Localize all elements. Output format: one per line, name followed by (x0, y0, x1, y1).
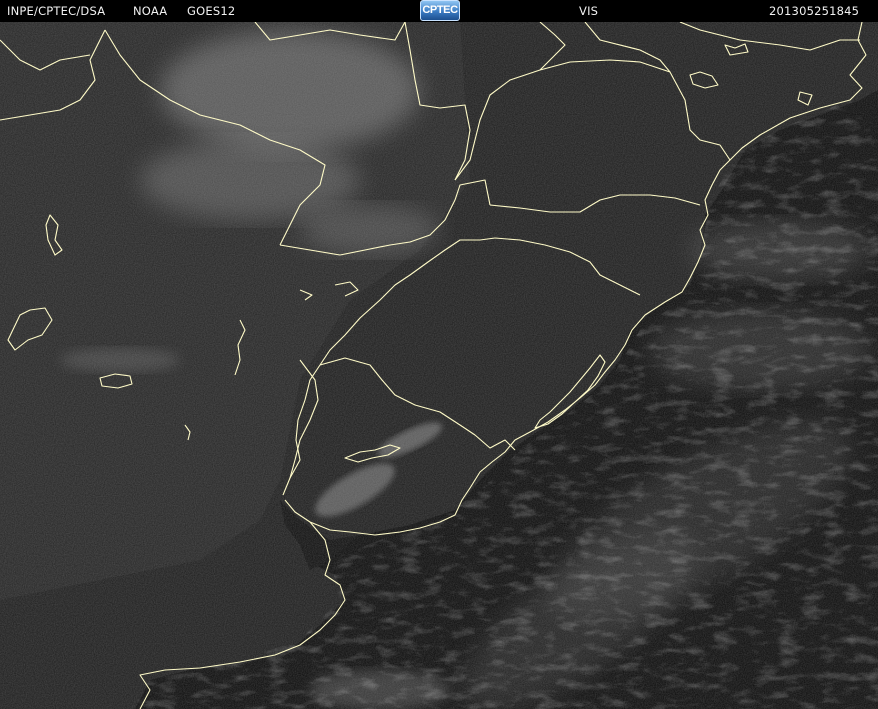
source-label: INPE/CPTEC/DSA (7, 4, 106, 18)
satellite-label: GOES12 (187, 4, 236, 18)
logo-text: CPTEC (422, 4, 458, 16)
agency-label: NOAA (133, 4, 168, 18)
satellite-image-frame: INPE/CPTEC/DSA NOAA GOES12 CPTEC VIS 201… (0, 0, 878, 709)
satellite-imagery (0, 22, 878, 709)
cptec-logo-icon: CPTEC (420, 0, 460, 21)
image-header: INPE/CPTEC/DSA NOAA GOES12 CPTEC VIS 201… (0, 0, 878, 22)
satellite-map-svg (0, 22, 878, 709)
channel-label: VIS (579, 4, 599, 18)
timestamp-label: 201305251845 (769, 4, 860, 18)
image-noise (0, 22, 878, 709)
